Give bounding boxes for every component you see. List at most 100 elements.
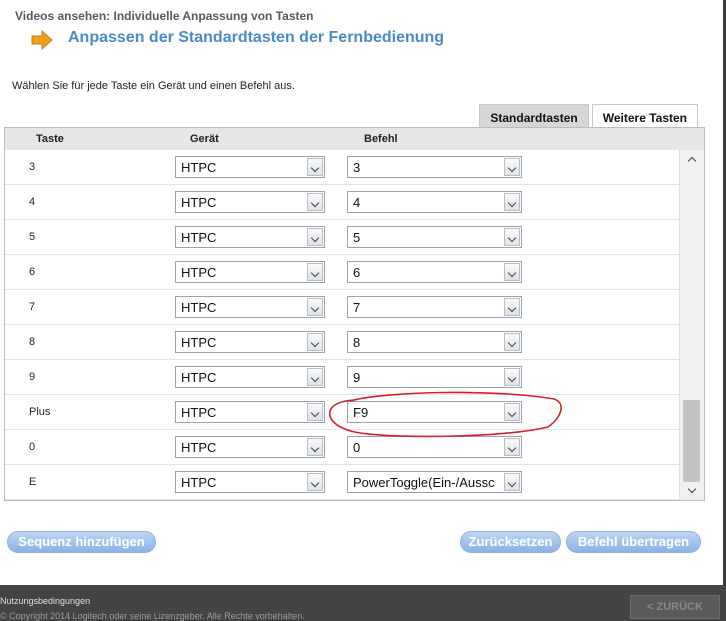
key-label: Plus — [29, 406, 51, 418]
device-select[interactable]: HTPC — [175, 366, 325, 388]
device-select-value: HTPC — [181, 160, 217, 175]
device-select[interactable]: HTPC — [175, 156, 325, 178]
chevron-down-icon[interactable] — [504, 263, 520, 281]
command-select[interactable]: 0 — [347, 436, 522, 458]
key-label: E — [29, 476, 37, 488]
reset-button[interactable]: Zurücksetzen — [460, 531, 561, 553]
chevron-down-icon[interactable] — [504, 438, 520, 456]
device-select[interactable]: HTPC — [175, 331, 325, 353]
device-select[interactable]: HTPC — [175, 401, 325, 423]
chevron-down-icon[interactable] — [504, 473, 520, 491]
command-select[interactable]: 9 — [347, 366, 522, 388]
table-header: Taste Gerät Befehl — [5, 128, 704, 150]
chevron-down-icon[interactable] — [504, 193, 520, 211]
key-label: 3 — [29, 161, 36, 173]
device-select-value: HTPC — [181, 335, 217, 350]
command-select[interactable]: PowerToggle(Ein-/Aussc — [347, 471, 522, 493]
chevron-down-icon[interactable] — [307, 473, 323, 491]
column-header-device: Gerät — [190, 133, 219, 145]
chevron-down-icon[interactable] — [307, 368, 323, 386]
chevron-down-icon[interactable] — [307, 263, 323, 281]
command-select[interactable]: 5 — [347, 226, 522, 248]
table-row: 3 HTPC 3 — [5, 150, 679, 185]
key-label: 5 — [29, 231, 36, 243]
table-row: 4 HTPC 4 — [5, 185, 679, 220]
command-select-value: 7 — [353, 300, 361, 315]
device-select[interactable]: HTPC — [175, 471, 325, 493]
chevron-down-icon[interactable] — [504, 228, 520, 246]
back-button[interactable]: < ZURÜCK — [630, 595, 720, 619]
command-select[interactable]: 8 — [347, 331, 522, 353]
key-label: 8 — [29, 336, 36, 348]
device-select[interactable]: HTPC — [175, 191, 325, 213]
scrollbar-thumb[interactable] — [683, 400, 700, 482]
chevron-down-icon[interactable] — [504, 158, 520, 176]
device-select-value: HTPC — [181, 440, 217, 455]
table-row: Plus HTPC F9 — [5, 395, 679, 430]
chevron-down-icon[interactable] — [684, 484, 700, 498]
key-label: 4 — [29, 196, 36, 208]
command-select-value: 3 — [353, 160, 361, 175]
column-header-command: Befehl — [364, 133, 398, 145]
device-select-value: HTPC — [181, 475, 217, 490]
instruction-text: Wählen Sie für jede Taste ein Gerät und … — [12, 80, 295, 92]
device-select-value: HTPC — [181, 370, 217, 385]
chevron-up-icon[interactable] — [684, 152, 700, 166]
terms-link[interactable]: Nutzungsbedingungen — [0, 596, 90, 606]
command-select-value: F9 — [353, 405, 369, 420]
device-select[interactable]: HTPC — [175, 226, 325, 248]
add-sequence-button[interactable]: Sequenz hinzufügen — [7, 531, 156, 553]
chevron-down-icon[interactable] — [307, 193, 323, 211]
command-select-value: PowerToggle(Ein-/Aussc — [353, 475, 495, 490]
device-select-value: HTPC — [181, 230, 217, 245]
key-mapping-table: Taste Gerät Befehl 3 HTPC 3 4 HTPC 4 5 HTPC 5 6 HT… — [4, 127, 705, 501]
chevron-down-icon[interactable] — [504, 333, 520, 351]
chevron-down-icon[interactable] — [307, 228, 323, 246]
footer: Nutzungsbedingungen © Copyright 2014 Log… — [0, 585, 726, 621]
chevron-down-icon[interactable] — [307, 298, 323, 316]
chevron-down-icon[interactable] — [307, 333, 323, 351]
column-header-key: Taste — [36, 133, 64, 145]
table-row: E HTPC PowerToggle(Ein-/Aussc — [5, 465, 679, 500]
command-select[interactable]: 7 — [347, 296, 522, 318]
table-row: 0 HTPC 0 — [5, 430, 679, 465]
command-select-value: 0 — [353, 440, 361, 455]
device-select[interactable]: HTPC — [175, 296, 325, 318]
device-select[interactable]: HTPC — [175, 436, 325, 458]
chevron-down-icon[interactable] — [504, 368, 520, 386]
chevron-down-icon[interactable] — [307, 438, 323, 456]
chevron-down-icon[interactable] — [504, 298, 520, 316]
copyright-text: © Copyright 2014 Logitech oder seine Liz… — [0, 611, 305, 621]
command-select-value: 8 — [353, 335, 361, 350]
command-select-value: 9 — [353, 370, 361, 385]
chevron-down-icon[interactable] — [504, 403, 520, 421]
table-row: 7 HTPC 7 — [5, 290, 679, 325]
apply-command-button[interactable]: Befehl übertragen — [566, 531, 701, 553]
key-label: 0 — [29, 441, 36, 453]
table-row: 5 HTPC 5 — [5, 220, 679, 255]
table-row: 8 HTPC 8 — [5, 325, 679, 360]
device-select-value: HTPC — [181, 405, 217, 420]
key-label: 6 — [29, 266, 36, 278]
device-select-value: HTPC — [181, 195, 217, 210]
table-row: 6 HTPC 6 — [5, 255, 679, 290]
chevron-down-icon[interactable] — [307, 403, 323, 421]
command-select[interactable]: 6 — [347, 261, 522, 283]
key-label: 7 — [29, 301, 36, 313]
arrow-right-icon — [31, 29, 53, 51]
chevron-down-icon[interactable] — [307, 158, 323, 176]
page-title: Anpassen der Standardtasten der Fernbedi… — [68, 29, 445, 46]
device-select[interactable]: HTPC — [175, 261, 325, 283]
page: Videos ansehen: Individuelle Anpassung v… — [0, 0, 726, 621]
command-select[interactable]: 3 — [347, 156, 522, 178]
vertical-scrollbar[interactable] — [679, 150, 704, 500]
table-row: 9 HTPC 9 — [5, 360, 679, 395]
command-select[interactable]: F9 — [347, 401, 522, 423]
breadcrumb: Videos ansehen: Individuelle Anpassung v… — [15, 9, 314, 23]
key-label: 9 — [29, 371, 36, 383]
device-select-value: HTPC — [181, 300, 217, 315]
device-select-value: HTPC — [181, 265, 217, 280]
command-select-value: 4 — [353, 195, 361, 210]
table-rows: 3 HTPC 3 4 HTPC 4 5 HTPC 5 6 HTPC 6 7 HTPC 7 8 HTPC 8 9 HTP… — [5, 150, 679, 500]
command-select[interactable]: 4 — [347, 191, 522, 213]
